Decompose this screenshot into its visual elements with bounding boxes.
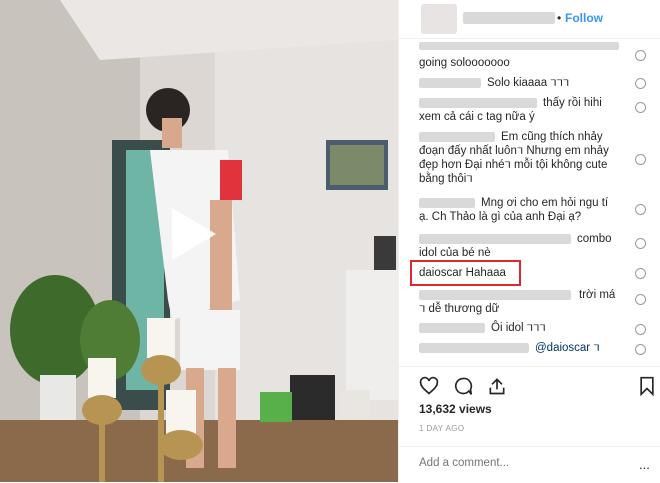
view-count: 13,632 views: [419, 402, 492, 416]
post-date: 1 DAY AGO: [419, 424, 465, 433]
post-viewer: • Follow going solooooooo Solo kiaaaa 𐔕𐔕…: [0, 0, 660, 482]
follow-separator: •: [557, 11, 562, 25]
heart-icon[interactable]: [635, 50, 646, 61]
action-bar: [399, 366, 660, 403]
heart-icon[interactable]: [635, 204, 646, 215]
comment-text: going solooooooo: [419, 57, 510, 69]
post-header: • Follow: [399, 0, 660, 39]
comment-text: xem cả cái c tag nữa ý: [419, 111, 535, 123]
username-redacted: [419, 132, 495, 142]
heart-icon[interactable]: [635, 154, 646, 165]
play-icon[interactable]: [172, 208, 216, 260]
comment-text: Mng ơi cho em hỏi ngu tí: [481, 197, 609, 209]
bookmark-icon[interactable]: [637, 376, 657, 396]
comment-text: Solo kiaaaa 𐔕𐔕𐔕: [487, 77, 570, 89]
add-comment-input[interactable]: [417, 456, 621, 470]
comment-text: idol của bé nè: [419, 247, 491, 259]
follow-button[interactable]: Follow: [565, 11, 603, 25]
add-comment-bar: ...: [399, 446, 660, 483]
video-player[interactable]: [0, 0, 398, 482]
comment-text: Em cũng thích nhảy: [501, 131, 603, 143]
username-redacted: [463, 12, 555, 24]
share-icon[interactable]: [487, 376, 507, 396]
heart-icon[interactable]: [635, 344, 646, 355]
heart-icon[interactable]: [419, 376, 439, 396]
comment-icon[interactable]: [453, 376, 473, 396]
comment-text: trời má: [579, 289, 616, 301]
username-redacted: [419, 98, 537, 108]
comment-text: Ôi idol 𐔕𐔕𐔕: [491, 322, 546, 334]
heart-icon[interactable]: [635, 102, 646, 113]
username-redacted: [419, 234, 571, 244]
heart-icon[interactable]: [635, 324, 646, 335]
username-redacted: [419, 290, 571, 300]
comment-text: thấy rồi hihi: [543, 97, 602, 109]
heart-icon[interactable]: [635, 238, 646, 249]
heart-icon[interactable]: [635, 268, 646, 279]
username-redacted: [419, 343, 529, 353]
highlight-box: [410, 260, 521, 286]
comment-text: combo: [577, 233, 612, 245]
comment-text: ạ. Ch Thảo là gì của anh Đại ạ?: [419, 211, 582, 223]
comment-text: @daioscar 𐔕: [535, 342, 600, 354]
heart-icon[interactable]: [635, 78, 646, 89]
comment-text: đoạn đấy nhất luôn𐔕 Nhưng em nhảy: [419, 145, 609, 157]
comment-list: going solooooooo Solo kiaaaa 𐔕𐔕𐔕 thấy rồ…: [399, 40, 660, 364]
more-icon[interactable]: ...: [639, 457, 650, 472]
heart-icon[interactable]: [635, 294, 646, 305]
username-redacted: [419, 323, 485, 333]
post-sidebar: • Follow going solooooooo Solo kiaaaa 𐔕𐔕…: [398, 0, 660, 482]
username-redacted: [419, 78, 481, 88]
comment-text: đẹp hơn Đại nhé𐔕 mỗi tội không cute: [419, 159, 608, 171]
username-redacted: [419, 198, 475, 208]
comment-redacted: [419, 42, 619, 50]
comment-text: 𐔕 dễ thương dữ: [419, 303, 500, 315]
comment-text: bằng thôi𐔕: [419, 173, 473, 185]
avatar[interactable]: [421, 4, 457, 34]
